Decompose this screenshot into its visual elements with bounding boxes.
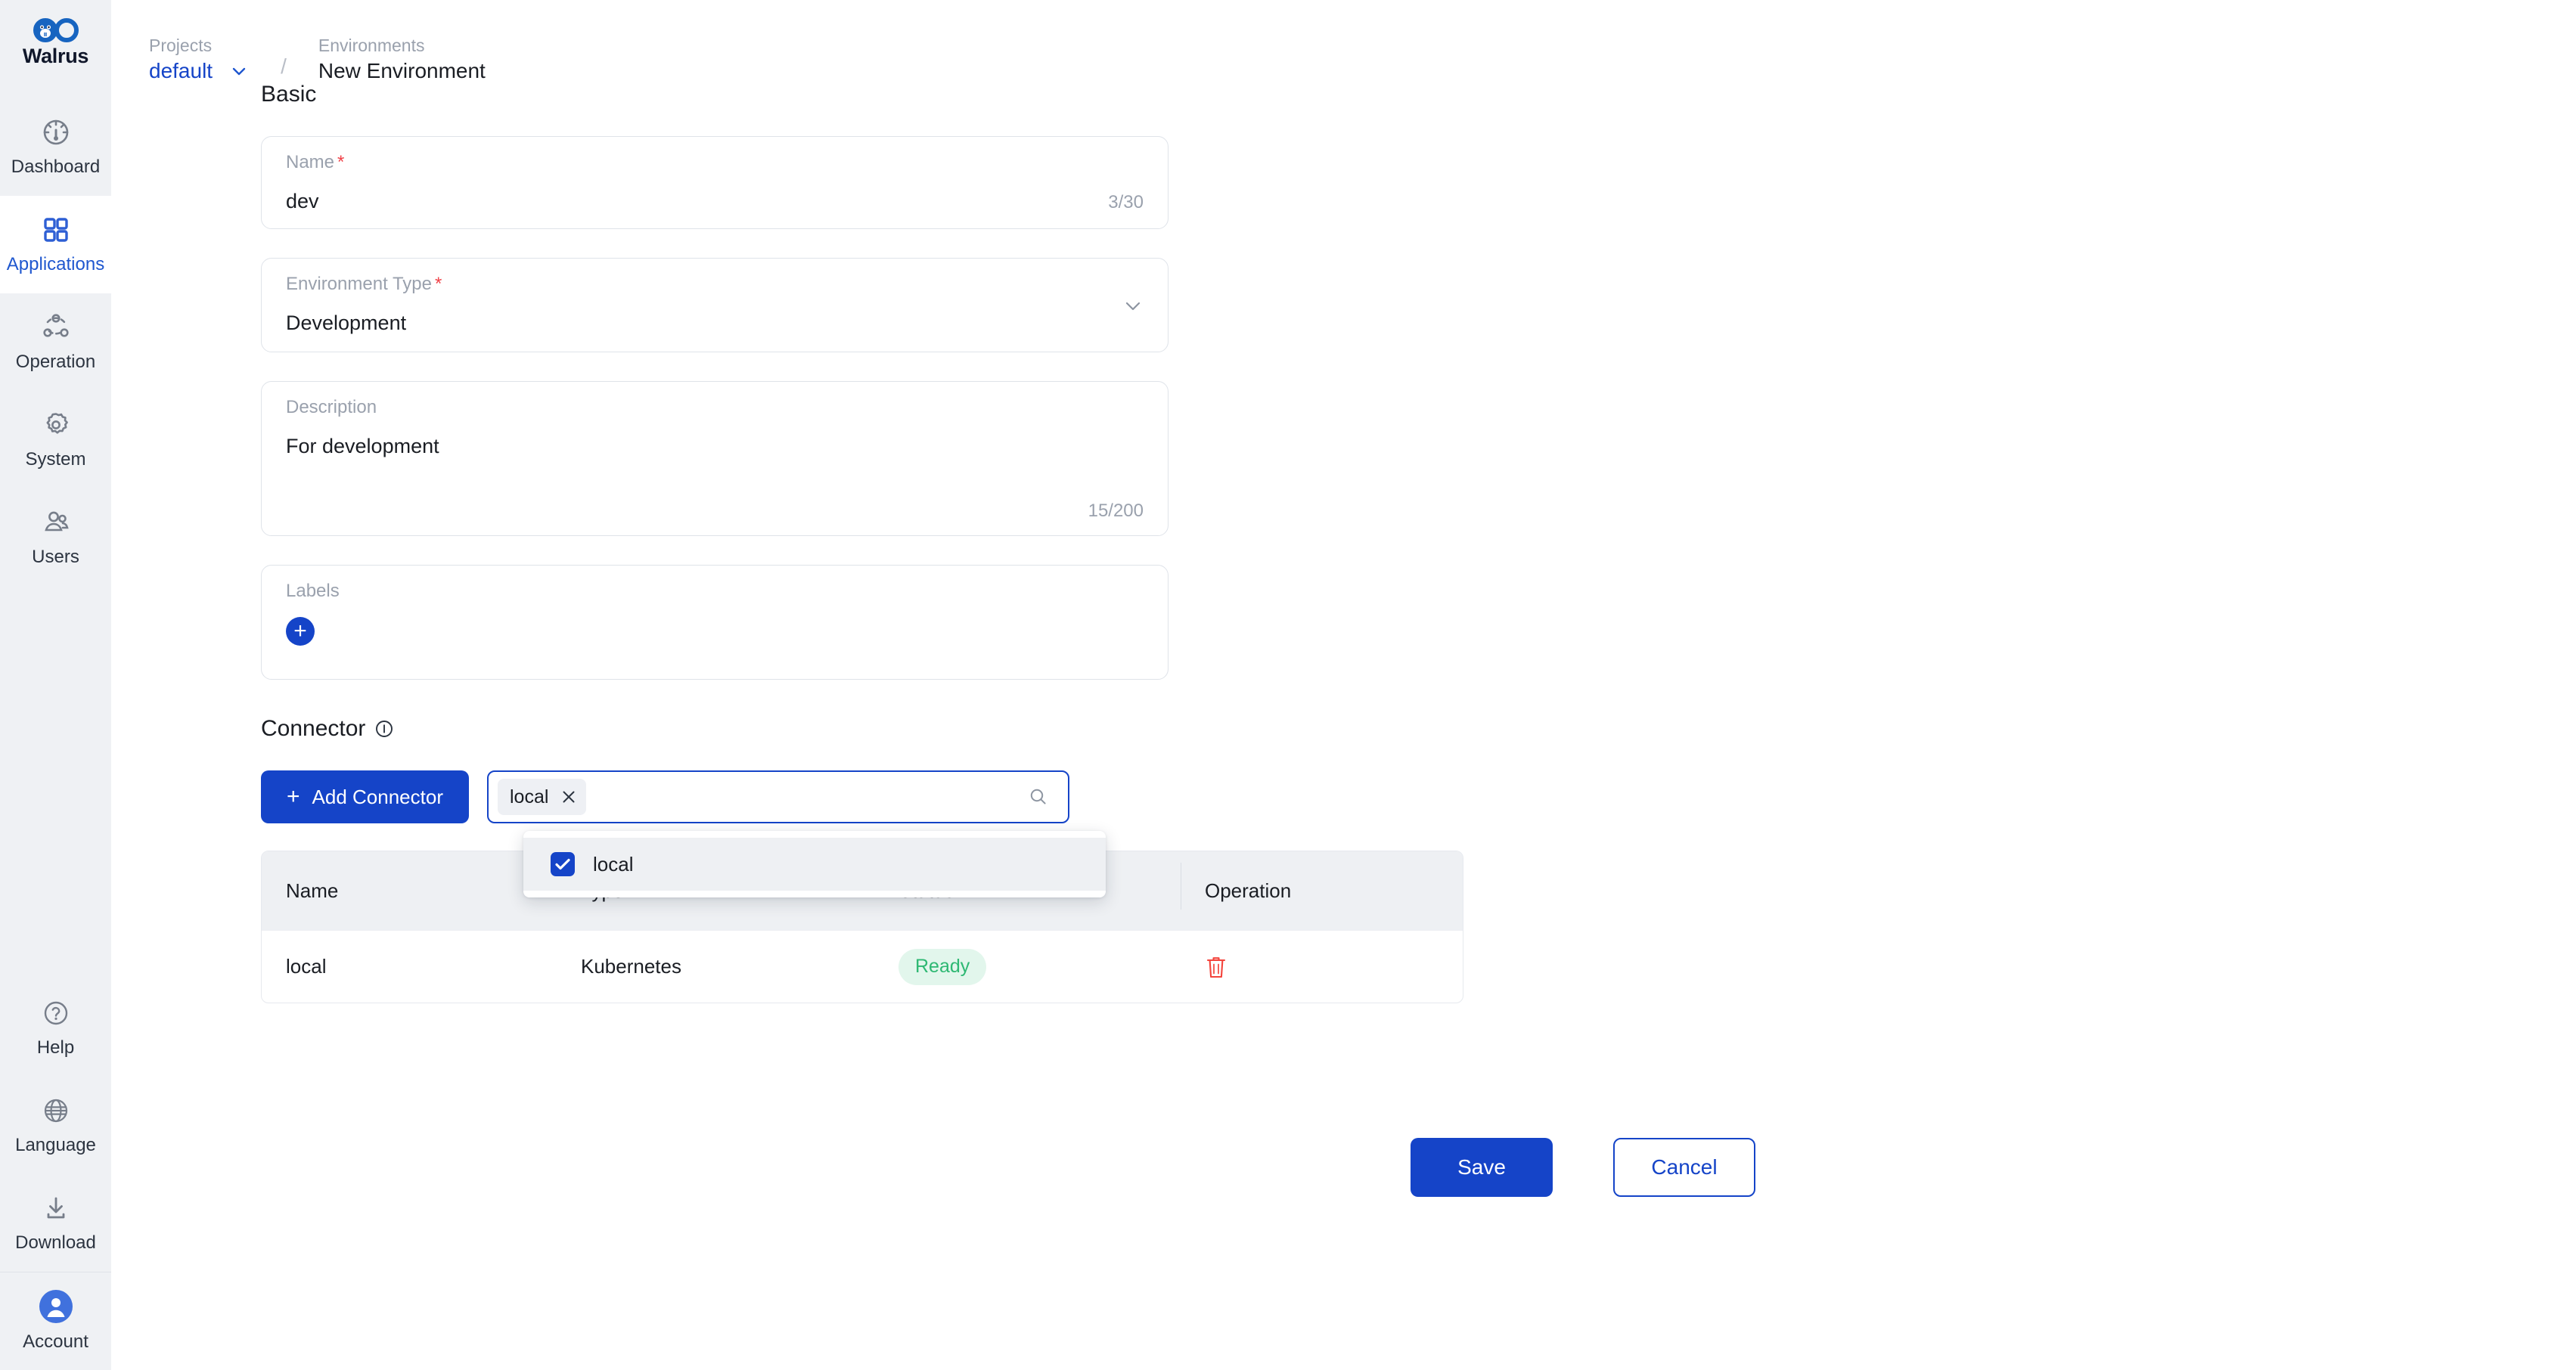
users-icon [40, 507, 72, 538]
connector-section-title: Connector [261, 716, 2576, 742]
name-field-label: Name * [286, 152, 345, 172]
cell-name: local [286, 955, 327, 978]
sidebar-item-label: Account [23, 1331, 88, 1352]
breadcrumb-environment: Environments New Environment [318, 37, 486, 82]
breadcrumb-separator: / [281, 54, 287, 78]
info-icon[interactable] [374, 719, 394, 739]
breadcrumb-environment-kicker: Environments [318, 36, 425, 55]
dropdown-option-label: local [593, 852, 634, 876]
required-marker: * [337, 152, 345, 172]
trash-icon[interactable] [1205, 954, 1227, 980]
sidebar-item-dashboard[interactable]: Dashboard [0, 98, 111, 196]
sidebar-item-label: Operation [15, 352, 96, 372]
sidebar: Walrus Dashboard Applications Operation … [0, 0, 111, 1370]
sidebar-item-label: Download [15, 1232, 96, 1253]
environment-type-field[interactable]: Environment Type * Development [261, 258, 1169, 352]
environment-type-label: Environment Type * [286, 274, 442, 294]
description-label: Description [286, 397, 377, 417]
close-icon[interactable] [560, 789, 577, 805]
form-actions: Save Cancel [1411, 1138, 2576, 1197]
account-avatar-icon [39, 1290, 73, 1323]
brand-logo[interactable]: Walrus [0, 0, 111, 85]
add-label-button[interactable]: + [286, 617, 315, 646]
description-char-counter: 15/200 [1088, 501, 1144, 521]
cancel-button[interactable]: Cancel [1613, 1138, 1755, 1197]
name-input[interactable]: dev [286, 190, 319, 213]
sidebar-item-label: System [25, 449, 86, 470]
search-icon[interactable] [1029, 787, 1048, 807]
sidebar-item-help[interactable]: Help [0, 979, 111, 1077]
add-connector-label: Add Connector [312, 785, 443, 808]
sidebar-item-label: Language [15, 1135, 96, 1155]
sidebar-item-label: Dashboard [11, 157, 101, 177]
dashboard-gauge-icon [40, 116, 72, 148]
cell-status: Ready [874, 948, 1181, 985]
description-field[interactable]: Description For development 15/200 [261, 381, 1169, 536]
breadcrumb: Projects default / Environments New Envi… [111, 0, 2576, 82]
sidebar-item-language[interactable]: Language [0, 1077, 111, 1174]
name-char-counter: 3/30 [1108, 192, 1144, 212]
breadcrumb-project-value[interactable]: default [149, 60, 213, 82]
form-content: Basic Name * dev 3/30 Environment Type * D… [111, 82, 2576, 1197]
sidebar-item-users[interactable]: Users [0, 488, 111, 586]
walrus-infinity-logo-icon [33, 17, 79, 43]
status-badge: Ready [898, 948, 987, 985]
selected-connector-tag: local [497, 779, 587, 815]
plus-icon: + [293, 618, 307, 643]
cell-operation [1181, 954, 1463, 980]
tag-label: local [509, 786, 549, 807]
sidebar-item-applications[interactable]: Applications [0, 196, 111, 293]
chevron-down-icon[interactable] [1122, 295, 1144, 316]
applications-grid-icon [40, 214, 72, 246]
table-row: local Kubernetes Ready [262, 930, 1463, 1003]
plus-icon: + [287, 784, 300, 809]
table-column-name: Name [286, 879, 339, 902]
breadcrumb-project: Projects default [149, 37, 249, 82]
table-column-operation: Operation [1181, 862, 1463, 910]
app-root: Walrus Dashboard Applications Operation … [0, 0, 2576, 1370]
checkbox-checked-icon[interactable] [551, 852, 575, 876]
cell-type: Kubernetes [581, 955, 681, 978]
download-icon [40, 1192, 72, 1224]
environment-type-value[interactable]: Development [286, 312, 406, 335]
save-button[interactable]: Save [1411, 1138, 1553, 1197]
sidebar-nav-top: Dashboard Applications Operation System … [0, 98, 111, 586]
gear-icon [40, 409, 72, 441]
brand-name: Walrus [22, 44, 89, 67]
sidebar-item-system[interactable]: System [0, 391, 111, 488]
page-title: New Environment [318, 59, 486, 82]
breadcrumb-project-kicker: Projects [149, 36, 213, 55]
connector-search-input[interactable]: local [486, 770, 1069, 823]
chevron-down-icon[interactable] [229, 61, 249, 81]
sidebar-item-download[interactable]: Download [0, 1174, 111, 1272]
sidebar-item-label: Users [32, 547, 79, 567]
sidebar-nav-bottom: Help Language Download Account [0, 979, 111, 1370]
dropdown-option-local[interactable]: local [523, 838, 1106, 891]
labels-field: Labels + [261, 565, 1169, 680]
connector-dropdown: local [523, 831, 1106, 897]
sidebar-item-label: Help [36, 1037, 75, 1058]
description-textarea[interactable]: For development [286, 435, 1144, 458]
help-question-icon [40, 997, 72, 1029]
name-field[interactable]: Name * dev 3/30 [261, 136, 1169, 229]
connector-controls: + Add Connector local local [261, 770, 2576, 897]
required-marker: * [435, 274, 442, 294]
labels-label: Labels [286, 581, 340, 601]
sidebar-item-operation[interactable]: Operation [0, 293, 111, 391]
main-content: Projects default / Environments New Envi… [111, 0, 2576, 1370]
sidebar-item-account[interactable]: Account [0, 1272, 111, 1370]
add-connector-button[interactable]: + Add Connector [261, 770, 469, 823]
connector-section: Connector + Add Connector local local Na… [261, 716, 2576, 1003]
operation-nodes-icon [40, 312, 72, 343]
globe-icon [40, 1095, 72, 1127]
basic-section-title: Basic [261, 82, 317, 107]
sidebar-item-label: Applications [6, 254, 105, 274]
